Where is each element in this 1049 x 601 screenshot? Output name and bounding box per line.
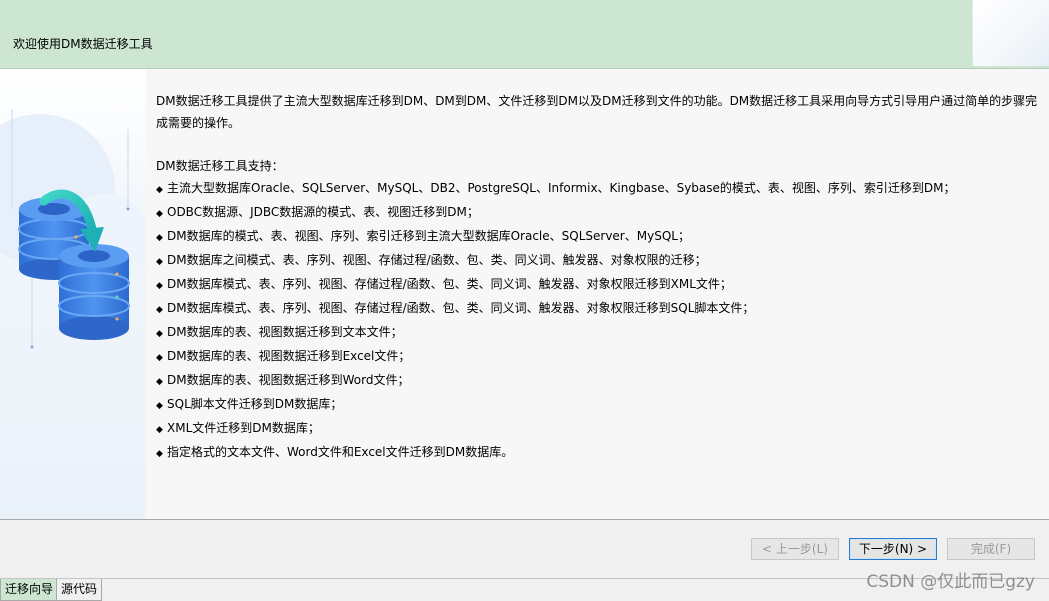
support-title: DM数据迁移工具支持： bbox=[156, 159, 284, 173]
list-item: ◆ DM数据库模式、表、序列、视图、存储过程/函数、包、类、同义词、触发器、对象权… bbox=[156, 273, 956, 297]
wizard-header: 欢迎使用DM数据迁移工具 bbox=[0, 0, 1049, 69]
bullet-icon: ◆ bbox=[156, 281, 163, 291]
list-item: ◆ 主流大型数据库Oracle、SQLServer、MySQL、DB2、Postg… bbox=[156, 177, 956, 201]
list-item: ◆ DM数据库的表、视图数据迁移到文本文件； bbox=[156, 321, 956, 345]
finish-button[interactable]: 完成(F) bbox=[947, 538, 1035, 560]
intro-text: DM数据迁移工具提供了主流大型数据库迁移到DM、DM到DM、文件迁移到DM以及D… bbox=[156, 90, 1049, 134]
intro-line-2: 成需要的操作。 bbox=[156, 116, 241, 130]
bullet-icon: ◆ bbox=[156, 377, 163, 387]
wizard-title: 欢迎使用DM数据迁移工具 bbox=[13, 37, 153, 51]
list-item: ◆ 指定格式的文本文件、Word文件和Excel文件迁移到DM数据库。 bbox=[156, 441, 956, 465]
list-item: ◆ DM数据库的表、视图数据迁移到Excel文件； bbox=[156, 345, 956, 369]
wizard-main-panel: DM数据迁移工具提供了主流大型数据库迁移到DM、DM到DM、文件迁移到DM以及D… bbox=[146, 69, 1049, 519]
list-item: ◆ DM数据库之间模式、表、序列、视图、存储过程/函数、包、类、同义词、触发器、对… bbox=[156, 249, 956, 273]
bullet-icon: ◆ bbox=[156, 305, 163, 315]
bullet-icon: ◆ bbox=[156, 233, 163, 243]
bullet-icon: ◆ bbox=[156, 353, 163, 363]
list-item: ◆ SQL脚本文件迁移到DM数据库； bbox=[156, 393, 956, 417]
bullet-icon: ◆ bbox=[156, 449, 163, 459]
csdn-watermark: CSDN @仅此而已gzy bbox=[866, 572, 1035, 592]
tab-migration-wizard[interactable]: 迁移向导 bbox=[0, 579, 59, 601]
bullet-icon: ◆ bbox=[156, 209, 163, 219]
header-logo-panel bbox=[972, 0, 1049, 66]
bullet-icon: ◆ bbox=[156, 185, 163, 195]
tab-source-code[interactable]: 源代码 bbox=[56, 579, 103, 601]
bullet-icon: ◆ bbox=[156, 401, 163, 411]
list-item: ◆ XML文件迁移到DM数据库； bbox=[156, 417, 956, 441]
feature-list: ◆ 主流大型数据库Oracle、SQLServer、MySQL、DB2、Postg… bbox=[156, 177, 956, 465]
wizard-content: DM数据迁移工具提供了主流大型数据库迁移到DM、DM到DM、文件迁移到DM以及D… bbox=[0, 69, 1049, 520]
intro-line-1: DM数据迁移工具提供了主流大型数据库迁移到DM、DM到DM、文件迁移到DM以及D… bbox=[156, 94, 1038, 108]
next-button[interactable]: 下一步(N) > bbox=[849, 538, 937, 560]
target-database-icon bbox=[58, 244, 130, 340]
bullet-icon: ◆ bbox=[156, 257, 163, 267]
bullet-icon: ◆ bbox=[156, 329, 163, 339]
list-item: ◆ DM数据库的表、视图数据迁移到Word文件； bbox=[156, 369, 956, 393]
list-item: ◆ DM数据库模式、表、序列、视图、存储过程/函数、包、类、同义词、触发器、对象权… bbox=[156, 297, 956, 321]
bullet-icon: ◆ bbox=[156, 425, 163, 435]
database-migration-illustration bbox=[0, 109, 146, 349]
list-item: ◆ DM数据库的模式、表、视图、序列、索引迁移到主流大型数据库Oracle、SQL… bbox=[156, 225, 956, 249]
list-item: ◆ ODBC数据源、JDBC数据源的模式、表、视图迁移到DM； bbox=[156, 201, 956, 225]
prev-button[interactable]: < 上一步(L) bbox=[751, 538, 839, 560]
wizard-sidebar bbox=[0, 69, 146, 519]
